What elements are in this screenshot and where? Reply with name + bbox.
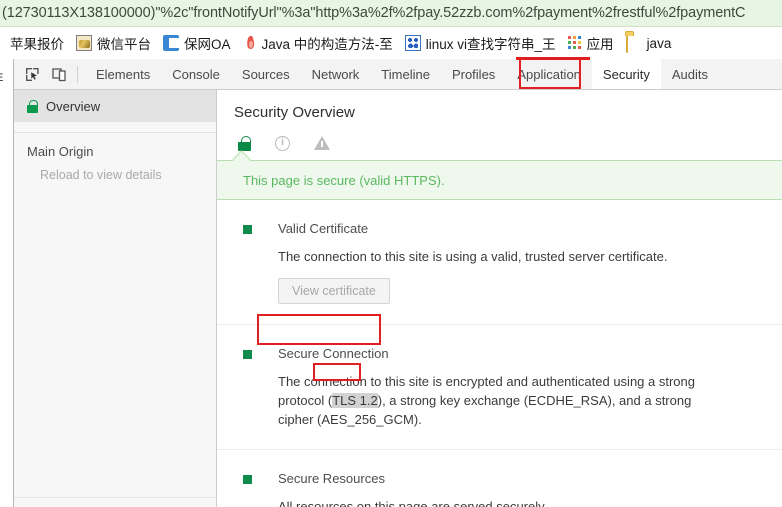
tab-profiles[interactable]: Profiles xyxy=(441,59,506,89)
section-description: The connection to this site is encrypted… xyxy=(278,372,698,429)
section-description-text: The connection to this site is using a v… xyxy=(278,249,668,264)
devtools-panel: Elements Console Sources Network Timelin… xyxy=(13,59,782,507)
security-sections: Valid Certificate The connection to this… xyxy=(217,200,782,507)
bookmark-item-0[interactable]: 苹果报价 xyxy=(4,31,70,55)
page-fragment-line-2: E xyxy=(0,72,3,84)
tab-network[interactable]: Network xyxy=(301,59,371,89)
bookmark-item-5[interactable]: 应用 xyxy=(562,31,620,55)
section-title: Secure Connection xyxy=(278,346,389,361)
bookmark-label: 微信平台 xyxy=(97,37,151,52)
status-badge xyxy=(243,350,252,359)
section-header: Secure Connection xyxy=(243,346,782,361)
lock-secure-icon xyxy=(27,99,38,113)
sidebar-heading-main-origin: Main Origin xyxy=(27,144,94,159)
folder-icon xyxy=(625,34,642,53)
warning-triangle-icon xyxy=(314,136,330,150)
apps-grid-icon xyxy=(567,36,582,50)
security-sidebar: Overview Main Origin Reload to view deta… xyxy=(14,90,217,507)
bookmark-item-3[interactable]: Java 中的构造方法-至 xyxy=(237,31,399,55)
bookmark-label: 苹果报价 xyxy=(10,37,64,52)
section-description: The connection to this site is using a v… xyxy=(278,247,698,266)
security-banner-wrapper: This page is secure (valid HTTPS). xyxy=(217,150,782,200)
tab-security[interactable]: Security xyxy=(591,59,661,89)
tab-audits[interactable]: Audits xyxy=(661,59,719,89)
section-header: Valid Certificate xyxy=(243,221,782,236)
section-body: The connection to this site is encrypted… xyxy=(278,372,782,429)
bookmark-label: 应用 xyxy=(586,37,614,52)
lock-secure-icon xyxy=(238,135,251,151)
section-valid-certificate: Valid Certificate The connection to this… xyxy=(217,200,782,325)
section-title: Valid Certificate xyxy=(278,221,369,236)
sidebar-item-overview[interactable]: Overview xyxy=(14,90,216,122)
banner-text: This page is secure (valid HTTPS). xyxy=(243,172,445,188)
java-flame-icon xyxy=(243,35,257,51)
security-overview-panel: Security Overview i This page is secure … xyxy=(217,90,782,507)
view-certificate-button[interactable]: View certificate xyxy=(278,278,390,304)
bookmark-label: 保网OA xyxy=(184,37,231,52)
bookmark-item-6[interactable]: java xyxy=(620,31,678,55)
sidebar-footer-strip xyxy=(14,497,217,507)
bookmark-label: java xyxy=(646,35,672,51)
bookmark-item-2[interactable]: 保网OA xyxy=(157,31,237,55)
bookmark-item-1[interactable]: 微信平台 xyxy=(70,31,157,55)
page-title: Security Overview xyxy=(234,104,355,121)
devtools-toolbar: Elements Console Sources Network Timelin… xyxy=(14,59,782,90)
wechat-icon xyxy=(76,35,92,51)
section-header: Secure Resources xyxy=(243,471,782,486)
sidebar-main-origin-note: Reload to view details xyxy=(40,168,162,182)
tab-timeline[interactable]: Timeline xyxy=(370,59,441,89)
bookmark-label: linux vi查找字符串_王 xyxy=(425,37,556,52)
baidu-icon xyxy=(404,35,421,51)
section-description: All resources on this page are served se… xyxy=(278,497,698,507)
section-body: All resources on this page are served se… xyxy=(278,497,782,507)
section-secure-resources: Secure Resources All resources on this p… xyxy=(217,450,782,507)
sidebar-divider xyxy=(14,122,216,133)
tab-sources[interactable]: Sources xyxy=(231,59,301,89)
tab-application[interactable]: Application xyxy=(506,59,592,89)
page-content-sliver: ] E xyxy=(0,59,13,507)
section-secure-connection: Secure Connection The connection to this… xyxy=(217,325,782,450)
info-circle-icon: i xyxy=(275,135,290,151)
section-title: Secure Resources xyxy=(278,471,385,486)
security-state-icons: i xyxy=(217,121,782,151)
section-body: The connection to this site is using a v… xyxy=(278,247,782,304)
bookmark-label: Java 中的构造方法-至 xyxy=(261,37,393,52)
status-badge xyxy=(243,225,252,234)
bookmarks-bar: 苹果报价 微信平台 保网OA Java 中的构造方法-至 linux vi查找字… xyxy=(0,27,782,59)
tab-console[interactable]: Console xyxy=(161,59,231,89)
status-badge xyxy=(243,475,252,484)
devtools-tab-strip: Elements Console Sources Network Timelin… xyxy=(85,59,719,89)
url-text: (12730113X138100000)"%2c"frontNotifyUrl"… xyxy=(2,5,746,21)
oa-icon xyxy=(163,35,179,51)
security-status-banner: This page is secure (valid HTTPS). xyxy=(217,160,782,200)
tls-version-value: TLS 1.2 xyxy=(332,393,378,408)
sidebar-item-label: Overview xyxy=(46,98,101,114)
bookmark-item-4[interactable]: linux vi查找字符串_王 xyxy=(399,31,562,55)
devtools-body: Overview Main Origin Reload to view deta… xyxy=(14,90,782,507)
section-description-text: All resources on this page are served se… xyxy=(278,499,548,507)
browser-url-strip[interactable]: (12730113X138100000)"%2c"frontNotifyUrl"… xyxy=(0,0,782,27)
device-toolbar-icon[interactable] xyxy=(46,61,73,87)
tab-elements[interactable]: Elements xyxy=(85,59,161,89)
toolbar-divider xyxy=(77,65,78,83)
inspect-element-icon[interactable] xyxy=(19,61,46,87)
